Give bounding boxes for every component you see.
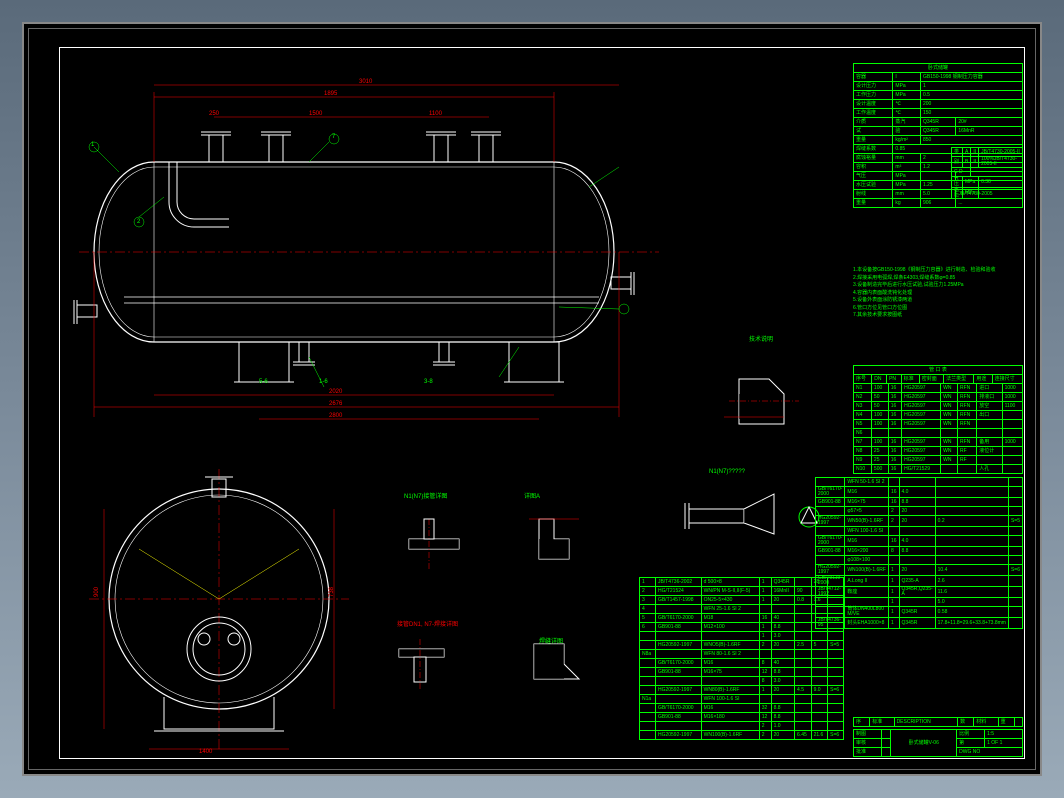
detail-d-label: 焊缝详图: [539, 639, 563, 645]
dim-top-1: 1895: [324, 91, 337, 97]
dim-bot-1: 2020: [329, 389, 342, 395]
dim-ev2: 738: [329, 587, 335, 597]
desc-header: 序标准DESCRIPTION数材料重: [853, 717, 1023, 727]
notes-block: 1.本设备按GB150-1998《钢制压力容器》进行制造、检验和验收 2.焊接采…: [853, 267, 1021, 320]
sec-label: N1(N7)?????: [709, 469, 745, 475]
dim-top-5: 3010: [359, 79, 372, 85]
nozzle-rows: N110016HG20597WNRFN进口1000N25016HG20597WN…: [853, 383, 1023, 474]
bubble-1: 1: [91, 142, 94, 148]
nozzle-table: 管 口 表 序号DNPN标准密封面法兰类型用途连接尺寸: [853, 365, 1023, 384]
bom-table: 1JB/T4736-2002d 500×81Q345R282HG/T21524W…: [639, 577, 844, 740]
dim-top-3: 250: [209, 111, 219, 117]
dim-ev3: 1400: [199, 749, 212, 755]
label-n3: 3-8: [424, 379, 433, 385]
detail-c-label: 接管DN1, N7-焊接详图: [397, 622, 458, 628]
dim-bot-3: 2800: [329, 413, 342, 419]
dim-bot-2: 2676: [329, 401, 342, 407]
bubble-7: 7: [332, 134, 335, 140]
dim-top-4: 1100: [429, 111, 442, 117]
dim-ev1: 900: [94, 587, 100, 597]
spec-ext: 类AIIJB/T4730-2005-II 别BII100%JB/T4730-20…: [951, 147, 1023, 199]
iso-detail-label: 技术说明: [749, 337, 773, 343]
label-n1: 5-6: [259, 379, 268, 385]
bubble-2: 2: [137, 219, 140, 225]
dim-top-2: 1500: [309, 111, 322, 117]
sub-bom: WFN 50-1.6 SI 2GB/T6170-2000M16164.0GB90…: [815, 477, 1023, 629]
detail-a-label: N1(N7)接管详图: [404, 494, 447, 500]
label-n2: 1-6: [319, 379, 328, 385]
detail-b-label: 详图A: [524, 494, 540, 500]
title-block: 制图卧式储罐V-06比例1:5 审核第1 OF 1 批准DWG NO: [853, 729, 1023, 757]
